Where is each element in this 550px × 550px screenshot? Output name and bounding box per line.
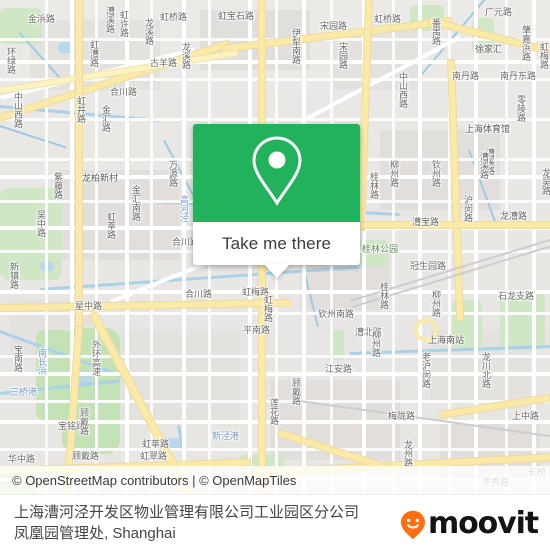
callout-header xyxy=(193,124,360,222)
map-label: 虹梅路 xyxy=(262,295,272,322)
map-label: 万源路 xyxy=(167,160,177,187)
map-label: 紫藤路 xyxy=(52,172,62,199)
map-label: 虹许路 xyxy=(118,10,128,37)
map-label: 南丹东路 xyxy=(500,72,537,82)
map-label: 柳州路 xyxy=(430,290,440,317)
map-label: 龙溪路 xyxy=(143,18,153,45)
map-canvas[interactable]: 金浜路 环绿路 漕溪路 虹桥路 古羊路 虹许路 虹漕路 龙溪路 龙溪路 虹宝石路 宋园路 伊犁南路 宋园… xyxy=(0,0,550,494)
map-label: 龙柏新村 xyxy=(82,174,119,184)
map-label: 漕宝路 xyxy=(412,218,440,228)
map-label: 中山西路 xyxy=(12,92,22,128)
moovit-brand[interactable]: moovit xyxy=(400,506,550,541)
take-me-there-label: Take me there xyxy=(221,233,332,253)
map-label: 虹宝石路 xyxy=(218,12,255,22)
map-attribution-bar: © OpenStreetMap contributors | © OpenMap… xyxy=(0,466,550,494)
map-label: 环绿路 xyxy=(5,47,15,74)
map-label: 南长浜 xyxy=(36,348,46,375)
map-label: 桂林路 xyxy=(378,282,388,309)
map-label: 虹莘路 xyxy=(105,212,115,239)
map-label: 桂林路 xyxy=(368,172,378,199)
map-label: 宝南路 xyxy=(12,345,22,372)
map-label: 金汇南路 xyxy=(130,185,140,221)
map-label: 钦州路 xyxy=(430,160,440,187)
map-label: 宋园路 xyxy=(337,42,347,69)
map-label: 虹漕路 xyxy=(88,40,98,67)
map-label: 桂林公园 xyxy=(362,245,399,255)
map-label: 伊犁南路 xyxy=(290,28,300,64)
map-label: 高河泾 xyxy=(178,195,188,222)
map-label: 莲花路 xyxy=(268,398,278,425)
moovit-wordmark: moovit xyxy=(427,505,539,541)
map-label: 合川路 xyxy=(185,290,213,300)
map-label: 龙州路 xyxy=(402,440,412,467)
map-label: 新镇路 xyxy=(8,262,18,289)
take-me-there-callout[interactable]: Take me there xyxy=(193,124,360,278)
callout-pointer xyxy=(263,264,290,278)
map-label: 肇嘉浜路 xyxy=(520,25,530,61)
map-label: 零陵路 xyxy=(515,95,525,122)
map-label: 中山西路 xyxy=(397,72,407,108)
page-footer: 上海漕河泾开发区物业管理有限公司工业园区分公司 凤凰园管理处, Shanghai… xyxy=(0,494,550,550)
map-label: 华中路 xyxy=(8,455,36,465)
map-label: 漕溪路 xyxy=(478,152,488,179)
map-label: 江安路 xyxy=(325,365,353,375)
map-label: 漕溪路 xyxy=(104,6,114,33)
map-label: 柳州路 xyxy=(370,330,380,357)
map-major-road xyxy=(76,0,82,330)
map-label: 广元路 xyxy=(485,8,513,18)
map-label: 上中路 xyxy=(512,412,540,422)
map-label: 星中路 xyxy=(75,302,103,312)
map-label: 吴中路 xyxy=(35,210,45,237)
map-label: 龙溪路 xyxy=(180,42,190,69)
map-label: 合川路 xyxy=(110,88,138,98)
map-label: 外环高速 xyxy=(90,340,100,376)
map-label: 顾戴路 xyxy=(72,452,100,462)
map-label: 徐家汇 xyxy=(475,45,503,55)
map-label: 虹井路 xyxy=(75,96,85,123)
map-label: 古羊路 xyxy=(150,59,178,69)
map-label: 南丹路 xyxy=(452,72,480,82)
map-label: 上海体育馆 xyxy=(465,125,511,135)
map-label: 虹桥路 xyxy=(160,13,188,23)
map-label: 番禺路 xyxy=(430,18,440,45)
map-label: 虹莘路 xyxy=(142,440,170,450)
map-label: 虹桥路 xyxy=(374,15,402,25)
map-screen: 金浜路 环绿路 漕溪路 虹桥路 古羊路 虹许路 虹漕路 龙溪路 龙溪路 虹宝石路 宋园路 伊犁南路 宋园… xyxy=(0,0,550,550)
map-label: 顾戴路 xyxy=(290,378,300,405)
map-label: 宋园路 xyxy=(320,22,348,32)
map-label: 金浜路 xyxy=(28,15,56,25)
place-title-line2: 凤凰园管理处, Shanghai xyxy=(14,525,176,542)
map-label: 老沪闵路 xyxy=(420,352,430,388)
map-label: 上海南站 xyxy=(428,336,465,346)
map-label: 沪闵路 xyxy=(462,195,472,222)
map-label: 虹梅路 xyxy=(538,42,548,69)
map-label: 平南路 xyxy=(243,326,271,336)
map-label: 金汇路 xyxy=(100,105,110,132)
map-label: 梅陇路 xyxy=(388,412,416,422)
map-label: 石龙支路 xyxy=(498,292,535,302)
place-title: 上海漕河泾开发区物业管理有限公司工业园区分公司 凤凰园管理处, Shanghai xyxy=(0,502,400,544)
map-label: 龙川北路 xyxy=(480,352,490,388)
map-label: 新泾港 xyxy=(212,432,240,442)
map-label: 虹翠路 xyxy=(140,452,168,462)
callout-footer[interactable]: Take me there xyxy=(193,222,360,265)
map-label: 三桥港 xyxy=(10,388,38,398)
map-label: 龙吴路 xyxy=(540,168,550,195)
map-major-road xyxy=(355,222,550,228)
map-label: 柳州路 xyxy=(388,160,398,187)
place-title-line1: 上海漕河泾开发区物业管理有限公司工业园区分公司 xyxy=(14,503,360,521)
map-label: 钦州南路 xyxy=(318,310,355,320)
map-pin-icon xyxy=(248,134,306,213)
moovit-smiley-pin-icon xyxy=(400,508,426,540)
map-label: 顾戴路 xyxy=(78,408,88,435)
map-label: 龙漕路 xyxy=(500,212,528,222)
attribution-text[interactable]: © OpenStreetMap contributors | © OpenMap… xyxy=(0,473,296,488)
map-label: 冠生园路 xyxy=(410,262,447,272)
